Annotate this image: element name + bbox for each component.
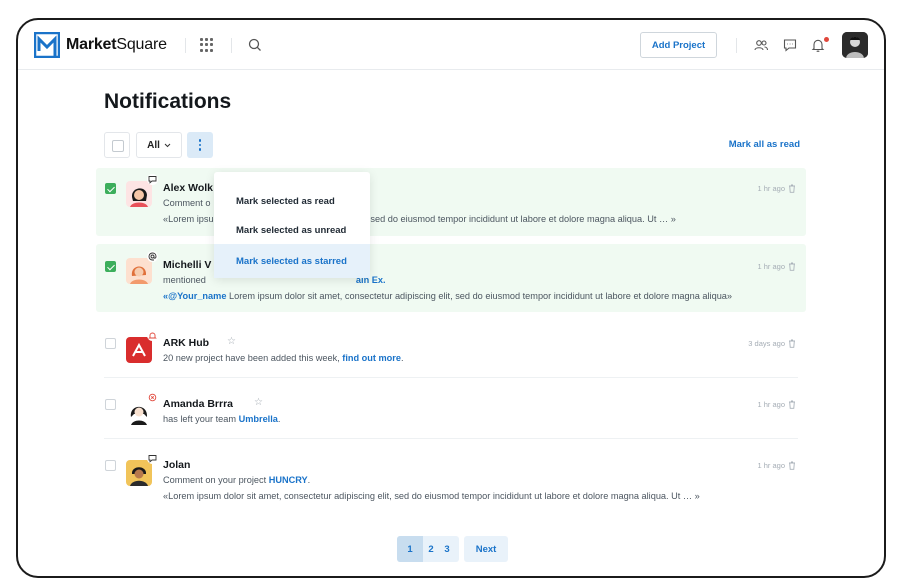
timestamp: 1 hr ago [757, 461, 796, 470]
sender-name: Michelli V [163, 259, 212, 271]
avatar-image-icon [126, 399, 152, 425]
next-page-button[interactable]: Next [464, 536, 508, 562]
avatar [126, 453, 158, 486]
close-circle-icon [147, 392, 158, 403]
notification-text: Comment o [163, 198, 211, 208]
page-title: Notifications [104, 90, 232, 113]
notification-item[interactable]: ARK Hub ☆ 20 new project have been added… [96, 316, 806, 378]
search-icon[interactable] [247, 37, 263, 53]
select-all-checkbox[interactable] [104, 132, 130, 158]
comment-icon [147, 174, 158, 185]
trash-icon[interactable] [788, 339, 796, 348]
divider [231, 38, 232, 53]
notification-item[interactable]: Michelli V mentioned ain Ex. «@Your_name … [96, 244, 806, 312]
avatar-image-icon [126, 181, 152, 207]
page-numbers: 1 2 3 [397, 536, 459, 562]
avatar-image-icon [126, 460, 152, 486]
notification-item[interactable]: Jolan Comment on your project HUNCRY. «L… [96, 439, 806, 514]
trash-icon[interactable] [788, 461, 796, 470]
notification-quote: «@Your_name Lorem ipsum dolor sit amet, … [163, 291, 733, 301]
timestamp: 3 days ago [748, 339, 796, 348]
divider [736, 38, 737, 53]
dot [198, 148, 202, 151]
row-checkbox[interactable] [105, 399, 116, 410]
sender-name: Amanda Brrra [163, 398, 234, 410]
logo[interactable]: MarketSquare [34, 32, 167, 58]
star-icon[interactable]: ☆ [254, 397, 263, 408]
notification-text: Comment on your project HUNCRY. [163, 475, 311, 485]
page-button[interactable]: 2 [423, 536, 439, 562]
notification-item[interactable]: Alex Wolk Comment o «Lorem ipsu scing eli… [96, 168, 806, 236]
row-checkbox[interactable] [105, 338, 116, 349]
dot [198, 143, 202, 147]
find-out-more-link[interactable]: find out more [342, 353, 401, 363]
bulk-actions-menu: Mark selected as read Mark selected as u… [214, 172, 370, 278]
notifications-toolbar: All Mark all as read [104, 132, 800, 158]
comment-icon [147, 453, 158, 464]
dot [198, 139, 202, 142]
filter-select[interactable]: All [136, 132, 182, 158]
logo-mark-icon [34, 32, 60, 58]
messages-icon[interactable] [782, 37, 798, 53]
timestamp: 1 hr ago [757, 262, 796, 271]
filter-value: All [147, 139, 160, 151]
more-options-button[interactable] [187, 132, 213, 158]
sender-name: ARK Hub [163, 337, 210, 349]
trash-icon[interactable] [788, 184, 796, 193]
bell-icon [147, 330, 158, 341]
avatar-image-icon [126, 258, 152, 284]
star-icon[interactable]: ☆ [227, 336, 236, 347]
avatar-image-icon [842, 32, 868, 58]
pagination: 1 2 3 Next [397, 536, 508, 562]
avatar [126, 174, 158, 207]
notification-item[interactable]: Amanda Brrra ☆ has left your team Umbrel… [96, 378, 806, 439]
avatar [126, 251, 158, 284]
notification-text: has left your team Umbrella. [163, 414, 281, 424]
timestamp: 1 hr ago [757, 184, 796, 193]
row-checkbox[interactable] [105, 183, 116, 194]
brand-name: MarketSquare [66, 36, 167, 53]
page-button[interactable]: 1 [397, 536, 423, 562]
chevron-down-icon [164, 143, 171, 147]
row-checkbox[interactable] [105, 261, 116, 272]
project-link[interactable]: HUNCRY [269, 475, 308, 485]
menu-item-mark-read[interactable]: Mark selected as read [214, 186, 370, 216]
trash-icon[interactable] [788, 262, 796, 271]
mention[interactable]: «@Your_name [163, 291, 226, 301]
notification-text: 20 new project have been added this week… [163, 353, 404, 363]
menu-item-mark-starred[interactable]: Mark selected as starred [214, 244, 370, 278]
timestamp: 1 hr ago [757, 400, 796, 409]
ark-hub-logo-icon [126, 337, 152, 363]
user-avatar[interactable] [842, 32, 868, 58]
row-checkbox[interactable] [105, 460, 116, 471]
menu-item-mark-unread[interactable]: Mark selected as unread [214, 215, 370, 245]
app-window: MarketSquare Add Project Notifications A… [16, 18, 886, 578]
trash-icon[interactable] [788, 400, 796, 409]
quote-start: «Lorem ipsu [163, 214, 214, 224]
notification-quote: «Lorem ipsum dolor sit amet, consectetur… [163, 491, 700, 501]
sender-name: Alex Wolk [163, 182, 213, 194]
top-navbar: MarketSquare Add Project [18, 20, 884, 70]
add-project-button[interactable]: Add Project [640, 32, 717, 58]
notification-dot [824, 37, 829, 42]
at-icon [147, 251, 158, 262]
avatar [126, 392, 158, 425]
apps-grid-icon[interactable] [200, 38, 214, 52]
sender-name: Jolan [163, 459, 191, 471]
team-link[interactable]: Umbrella [239, 414, 278, 424]
divider [185, 38, 186, 53]
page-button[interactable]: 3 [439, 536, 455, 562]
mark-all-read-link[interactable]: Mark all as read [729, 139, 800, 150]
users-icon[interactable] [753, 37, 769, 53]
quote-rest: scing elit, sed do eiusmod tempor incidi… [329, 214, 676, 224]
avatar [126, 330, 158, 363]
